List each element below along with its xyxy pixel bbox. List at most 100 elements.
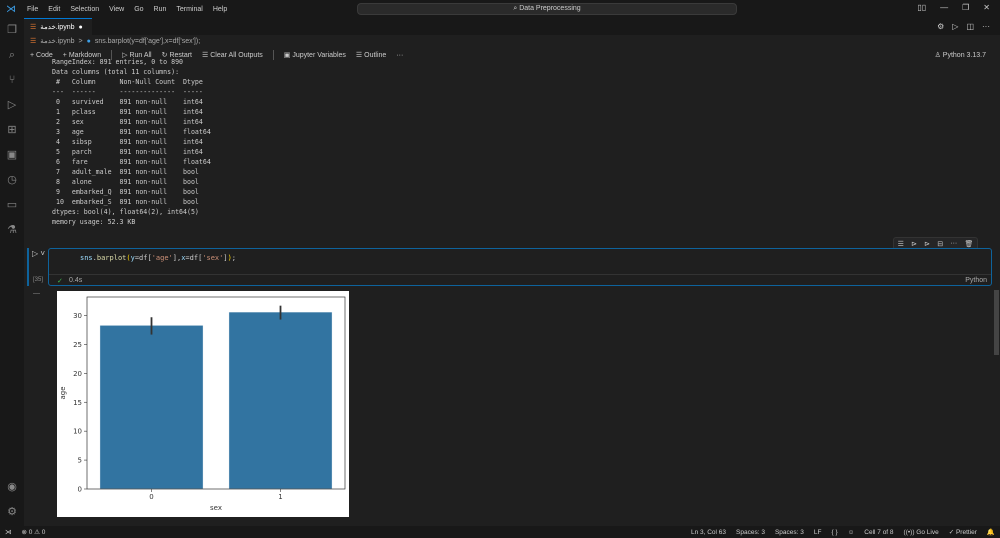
divider	[49, 274, 991, 275]
source-control-icon[interactable]: ⑂	[5, 73, 19, 87]
python-icon: ●	[86, 37, 91, 45]
indentation-status-2[interactable]: Spaces: 3	[770, 529, 809, 536]
command-center-search[interactable]: ⌕ Data Preprocessing	[357, 3, 737, 15]
x-tick-label: 0	[149, 493, 153, 501]
split-editor-icon[interactable]: ◫	[966, 22, 974, 31]
output-line: 5 parch 891 non-null int64	[52, 148, 211, 156]
menu-terminal[interactable]: Terminal	[171, 6, 207, 13]
y-tick-label: 25	[73, 341, 82, 349]
unsaved-dot[interactable]: ●	[78, 24, 82, 31]
remote-icon[interactable]: ⋊	[0, 528, 17, 536]
remote-explorer-icon[interactable]: ▭	[5, 198, 19, 212]
outline-label: Outline	[364, 52, 387, 59]
language-status[interactable]: { }	[826, 529, 842, 536]
menu-edit[interactable]: Edit	[43, 6, 65, 13]
output-line: 2 sex 891 non-null int64	[52, 118, 211, 126]
run-debug-icon[interactable]: ▷	[5, 98, 19, 112]
jupyter-variables-button[interactable]: ▣ Jupyter Variables	[284, 51, 346, 59]
packages-icon[interactable]: ▣	[5, 148, 19, 162]
chart-figure: 0 1 0 5 10 15 20 25 30 sex age	[57, 291, 349, 517]
breadcrumb-cell[interactable]: sns.barplot(y=df['age'],x=df['sex']);	[95, 38, 200, 45]
y-tick-label: 30	[73, 312, 82, 320]
x-axis-label: sex	[210, 504, 222, 512]
output-line: RangeIndex: 891 entries, 0 to 890	[52, 58, 184, 66]
menu-go[interactable]: Go	[129, 6, 148, 13]
menu-selection[interactable]: Selection	[65, 6, 104, 13]
more-icon[interactable]: ···	[982, 22, 990, 31]
run-icon[interactable]: ▷	[952, 22, 958, 31]
menu-view[interactable]: View	[104, 6, 129, 13]
y-tick-label: 10	[73, 428, 82, 436]
more-button[interactable]: ···	[396, 52, 403, 59]
close-icon[interactable]: ✕	[983, 3, 990, 12]
y-tick-label: 0	[78, 486, 82, 494]
minimize-icon[interactable]: —	[940, 3, 948, 12]
copilot-icon[interactable]: ☺	[843, 529, 860, 536]
y-tick-label: 20	[73, 370, 82, 378]
search-icon[interactable]: ⌕	[5, 48, 19, 62]
output-line: 4 sibsp 891 non-null int64	[52, 138, 211, 146]
split-cell-icon[interactable]: ⊟	[937, 240, 943, 248]
breadcrumb-file[interactable]: خدمة.ipynb	[40, 37, 74, 45]
timeline-icon[interactable]: ◷	[5, 173, 19, 187]
output-line: 3 age 891 non-null float64	[52, 128, 211, 136]
vscode-logo-icon: ⋊	[6, 3, 16, 15]
indentation-status[interactable]: Spaces: 3	[731, 529, 770, 536]
output-line: 0 survived 891 non-null int64	[52, 98, 211, 106]
y-tick-label: 15	[73, 399, 82, 407]
output-line: 6 fare 891 non-null float64	[52, 158, 211, 166]
activity-bar: ❐ ⌕ ⑂ ▷ ⊞ ▣ ◷ ▭ ⚗ ◉ ⚙	[0, 18, 24, 526]
go-live-button[interactable]: ((•)) Go Live	[899, 529, 944, 536]
run-by-line-icon[interactable]: ☰	[898, 240, 904, 248]
bar-chart: 0 1051015202530sexage	[59, 296, 346, 512]
scrollbar[interactable]	[994, 290, 999, 355]
output-line: dtypes: bool(4), float64(2), int64(5)	[52, 208, 199, 216]
variables-label: Jupyter Variables	[292, 52, 346, 59]
cell-status[interactable]: Cell 7 of 8	[859, 529, 898, 536]
menu-run[interactable]: Run	[149, 6, 172, 13]
tab-notebook[interactable]: ☰ خدمة.ipynb ●	[24, 18, 92, 35]
prettier-status[interactable]: ✓ Prettier	[944, 528, 982, 536]
output-line: --- ------ -------------- -----	[52, 88, 211, 96]
success-check-icon: ✓	[57, 278, 63, 285]
execute-above-icon[interactable]: ⊳	[911, 240, 917, 248]
x-tick-label: 1	[278, 493, 282, 501]
delete-icon[interactable]: 🗑	[964, 240, 973, 248]
more-icon[interactable]: ···	[950, 240, 957, 247]
eol-status[interactable]: LF	[809, 529, 827, 536]
output-line: 8 alone 891 non-null bool	[52, 178, 211, 186]
notifications-bell-icon[interactable]: 🔔	[982, 528, 1000, 536]
divider	[272, 50, 274, 60]
settings-gear-icon[interactable]: ⚙	[5, 505, 19, 519]
breadcrumb: ☰ خدمة.ipynb > ● sns.barplot(y=df['age']…	[30, 37, 200, 46]
output-line: 10 embarked_S 891 non-null bool	[52, 198, 211, 206]
collapse-output-icon[interactable]: —	[33, 290, 40, 297]
maximize-icon[interactable]: ❐	[962, 3, 969, 12]
cursor-position[interactable]: Ln 3, Col 63	[686, 529, 731, 536]
cell-output-text: RangeIndex: 891 entries, 0 to 890 Data co…	[52, 57, 211, 227]
status-bar: ⋊ ⊗ 0 ⚠ 0 Ln 3, Col 63 Spaces: 3 Spaces:…	[0, 526, 1000, 538]
output-line: 1 pclass 891 non-null int64	[52, 108, 211, 116]
go-live-label: Go Live	[916, 528, 939, 536]
breadcrumb-separator: >	[78, 37, 83, 45]
add-code-button[interactable]: + Code	[30, 52, 53, 59]
run-cell-button[interactable]: ▷ ˅	[32, 249, 45, 258]
gear-icon[interactable]: ⚙	[937, 22, 944, 31]
bar-0	[99, 325, 204, 490]
tab-bar: ☰ خدمة.ipynb ● ⚙ ▷ ◫ ···	[24, 18, 1000, 35]
extensions-icon[interactable]: ⊞	[5, 123, 19, 137]
bar-1	[228, 311, 333, 490]
clear-outputs-button[interactable]: ☰ Clear All Outputs	[202, 51, 263, 59]
testing-icon[interactable]: ⚗	[5, 223, 19, 237]
execute-below-icon[interactable]: ⊳	[924, 240, 930, 248]
kernel-picker[interactable]: ♙ Python 3.13.7	[935, 51, 986, 59]
menu-help[interactable]: Help	[208, 6, 232, 13]
cell-language[interactable]: Python	[965, 277, 987, 284]
menu-file[interactable]: File	[22, 6, 43, 13]
layout-icon[interactable]: ▯▯	[917, 3, 926, 12]
outline-button[interactable]: ☰ Outline	[356, 51, 386, 59]
problems-status[interactable]: ⊗ 0 ⚠ 0	[17, 528, 51, 536]
explorer-icon[interactable]: ❐	[5, 23, 19, 37]
code-editor[interactable]: sns.barplot(y=df['age'],x=df['sex']);	[80, 254, 236, 262]
account-icon[interactable]: ◉	[5, 480, 19, 494]
